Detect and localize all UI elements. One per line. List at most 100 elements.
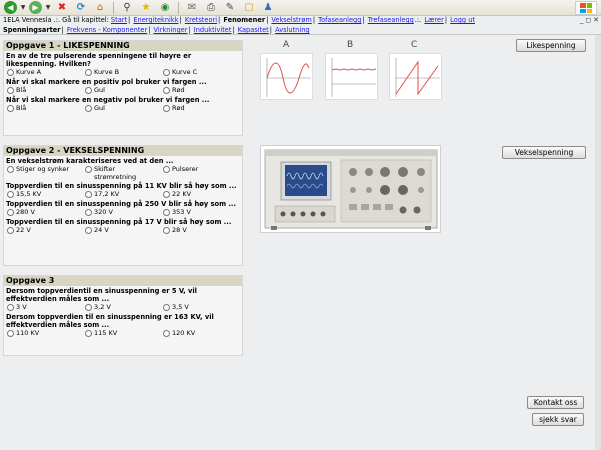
radio-button[interactable]: [7, 330, 14, 337]
radio-button[interactable]: [163, 209, 170, 216]
radio-button[interactable]: [163, 105, 170, 112]
refresh-icon[interactable]: ⟳: [73, 1, 89, 15]
vekselspenning-button[interactable]: Vekselspenning: [502, 146, 586, 159]
radio-button[interactable]: [85, 227, 92, 234]
chapter-nav: 1ELA Vennesla .:. Gå til kapittel: Start…: [0, 16, 601, 25]
option-skifter[interactable]: Skifter strømretning: [85, 165, 163, 181]
option-kurve-c[interactable]: Kurve C: [163, 68, 233, 77]
option-115-kv[interactable]: 115 KV: [85, 329, 163, 338]
option-280-v[interactable]: 280 V: [7, 208, 85, 217]
likespenning-button[interactable]: Likespenning: [516, 39, 586, 52]
radio-button[interactable]: [85, 87, 92, 94]
history-icon[interactable]: ◉: [157, 1, 173, 15]
browser-toolbar: ◀ ▼ ▶ ▼ ✖ ⟳ ⌂ ⚲ ★ ◉ ✉ ⎙ ✎ ▢ ♟: [0, 0, 601, 16]
home-icon[interactable]: ⌂: [92, 1, 108, 15]
radio-button[interactable]: [7, 304, 14, 311]
radio-button[interactable]: [85, 209, 92, 216]
mail-icon[interactable]: ✉: [184, 1, 200, 15]
forward-icon[interactable]: ▶: [29, 1, 42, 14]
radio-button[interactable]: [85, 304, 92, 311]
print-icon[interactable]: ⎙: [203, 1, 219, 15]
nav-link-trefaseanlegg[interactable]: Trefaseanlegg: [368, 16, 414, 24]
check-answers-button[interactable]: sjekk svar: [532, 413, 584, 426]
window-controls: _ ◻ ✕: [580, 16, 599, 25]
option-28-v[interactable]: 28 V: [163, 226, 233, 235]
option-110-kv[interactable]: 110 KV: [7, 329, 85, 338]
subnav-induktivitet[interactable]: Induktivitet: [194, 26, 232, 34]
subnav-frekvens[interactable]: Frekvens - Komponenter: [67, 26, 147, 34]
option-120-kv[interactable]: 120 KV: [163, 329, 233, 338]
radio-button[interactable]: [85, 330, 92, 337]
option-rod[interactable]: Rød: [163, 104, 233, 113]
radio-button[interactable]: [163, 87, 170, 94]
radio-button[interactable]: [85, 105, 92, 112]
chevron-down-icon[interactable]: ▼: [20, 1, 26, 15]
toolbar-divider: [113, 1, 114, 14]
radio-button[interactable]: [7, 87, 14, 94]
subnav-avslutning[interactable]: Avslutning: [275, 26, 309, 34]
option-17-2-kv[interactable]: 17,2 KV: [85, 190, 163, 199]
radio-button[interactable]: [163, 69, 170, 76]
nav-link-tofaseanlegg[interactable]: Tofaseanlegg: [318, 16, 361, 24]
radio-button[interactable]: [7, 191, 14, 198]
nav-link-vekselstrom[interactable]: Vekselstrøm: [271, 16, 311, 24]
option-kurve-b[interactable]: Kurve B: [85, 68, 163, 77]
folder-icon[interactable]: ▢: [241, 1, 257, 15]
option-15-5-kv[interactable]: 15,5 KV: [7, 190, 85, 199]
nav-link-laerer[interactable]: Lærer: [424, 16, 443, 24]
nav-link-logg-ut[interactable]: Logg ut: [450, 16, 475, 24]
chevron-down-icon[interactable]: ▼: [45, 1, 51, 15]
nav-link-energiteknikk[interactable]: Energiteknikk: [133, 16, 178, 24]
close-icon[interactable]: ✕: [593, 16, 599, 25]
option-pulserer[interactable]: Pulserer: [163, 165, 233, 181]
radio-button[interactable]: [7, 69, 14, 76]
radio-button[interactable]: [7, 166, 14, 173]
option-3-v[interactable]: 3 V: [7, 303, 85, 312]
edit-icon[interactable]: ✎: [222, 1, 238, 15]
favorites-icon[interactable]: ★: [138, 1, 154, 15]
option-3-5-v[interactable]: 3,5 V: [163, 303, 233, 312]
subnav-kapasitet[interactable]: Kapasitet: [238, 26, 269, 34]
option-24-v[interactable]: 24 V: [85, 226, 163, 235]
windows-logo-icon: [575, 1, 597, 15]
contact-button[interactable]: Kontakt oss: [527, 396, 584, 409]
option-rod[interactable]: Rød: [163, 86, 233, 95]
radio-button[interactable]: [7, 227, 14, 234]
back-icon[interactable]: ◀: [4, 1, 17, 14]
option-stiger[interactable]: Stiger og synker: [7, 165, 85, 181]
radio-button[interactable]: [85, 166, 92, 173]
question-text: Dersom toppverdientil en sinusspenning e…: [6, 287, 197, 303]
radio-button[interactable]: [85, 69, 92, 76]
radio-button[interactable]: [7, 209, 14, 216]
option-gul[interactable]: Gul: [85, 104, 163, 113]
option-bla[interactable]: Blå: [7, 86, 85, 95]
search-icon[interactable]: ⚲: [119, 1, 135, 15]
option-bla[interactable]: Blå: [7, 104, 85, 113]
nav-link-start[interactable]: Start: [111, 16, 127, 24]
stop-icon[interactable]: ✖: [54, 1, 70, 15]
option-320-v[interactable]: 320 V: [85, 208, 163, 217]
nav-link-kretsteori[interactable]: Kretsteori: [185, 16, 217, 24]
radio-button[interactable]: [163, 166, 170, 173]
radio-button[interactable]: [163, 330, 170, 337]
toolbar-divider: [178, 1, 179, 14]
question-text: Når vi skal markere en positiv pol bruke…: [6, 78, 207, 86]
radio-button[interactable]: [7, 105, 14, 112]
option-kurve-a[interactable]: Kurve A: [7, 68, 85, 77]
radio-button[interactable]: [163, 191, 170, 198]
scrollbar[interactable]: [595, 35, 601, 450]
messenger-icon[interactable]: ♟: [260, 1, 276, 15]
subnav-virkninger[interactable]: Virkninger: [154, 26, 188, 34]
radio-button[interactable]: [163, 227, 170, 234]
option-22-v[interactable]: 22 V: [7, 226, 85, 235]
restore-icon[interactable]: ◻: [585, 16, 591, 25]
option-353-v[interactable]: 353 V: [163, 208, 233, 217]
curve-b-label: B: [347, 40, 354, 50]
minimize-icon[interactable]: _: [580, 16, 584, 25]
option-22-kv[interactable]: 22 KV: [163, 190, 233, 199]
option-gul[interactable]: Gul: [85, 86, 163, 95]
radio-button[interactable]: [85, 191, 92, 198]
oscilloscope-image: [260, 145, 441, 233]
option-3-2-v[interactable]: 3,2 V: [85, 303, 163, 312]
radio-button[interactable]: [163, 304, 170, 311]
